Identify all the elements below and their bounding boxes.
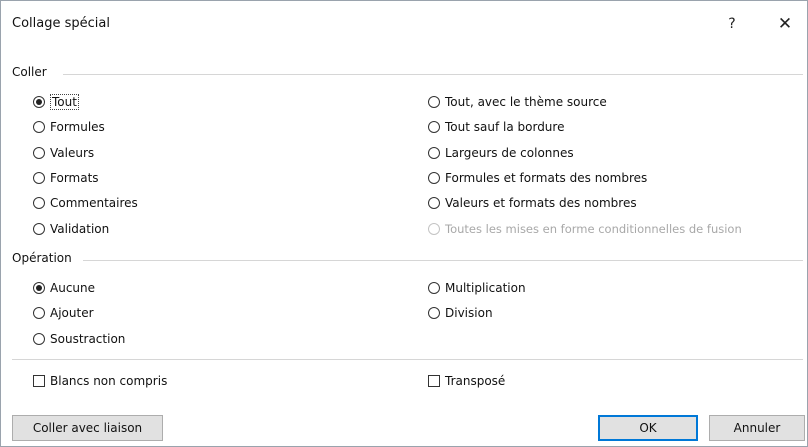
divider-bottom — [12, 359, 803, 360]
radio-option-mises-en-forme-conditionnelles: Toutes les mises en forme conditionnelle… — [428, 219, 742, 239]
radio-label: Formules — [50, 120, 105, 134]
radio-icon — [428, 307, 440, 319]
radio-option-validation[interactable]: Validation — [33, 219, 109, 239]
radio-option-soustraction[interactable]: Soustraction — [33, 329, 125, 349]
radio-option-aucune[interactable]: Aucune — [33, 278, 95, 298]
radio-icon — [33, 223, 45, 235]
help-icon[interactable]: ? — [719, 12, 745, 36]
radio-label: Ajouter — [50, 306, 94, 320]
radio-option-valeurs-formats-nombres[interactable]: Valeurs et formats des nombres — [428, 193, 637, 213]
radio-icon — [428, 121, 440, 133]
radio-label: Tout sauf la bordure — [445, 120, 565, 134]
radio-option-multiplication[interactable]: Multiplication — [428, 278, 526, 298]
section-label-coller: Coller — [12, 65, 47, 79]
checkbox-label: Blancs non compris — [50, 374, 168, 388]
radio-icon — [428, 172, 440, 184]
dialog-title: Collage spécial — [12, 16, 110, 31]
radio-option-tout[interactable]: Tout — [33, 92, 79, 112]
radio-label: Valeurs — [50, 146, 95, 160]
radio-label: Valeurs et formats des nombres — [445, 196, 637, 210]
radio-icon — [33, 172, 45, 184]
radio-label: Multiplication — [445, 281, 526, 295]
checkbox-transpose[interactable]: Transposé — [428, 371, 505, 391]
radio-icon — [33, 282, 45, 294]
radio-icon — [428, 282, 440, 294]
radio-icon — [33, 333, 45, 345]
checkbox-label: Transposé — [445, 374, 506, 388]
radio-icon — [33, 307, 45, 319]
radio-option-valeurs[interactable]: Valeurs — [33, 143, 94, 163]
radio-icon — [428, 96, 440, 108]
radio-label: Tout — [50, 94, 79, 110]
divider-coller — [63, 74, 803, 75]
radio-icon — [428, 197, 440, 209]
radio-option-largeurs-colonnes[interactable]: Largeurs de colonnes — [428, 143, 574, 163]
radio-label: Commentaires — [50, 196, 138, 210]
radio-option-commentaires[interactable]: Commentaires — [33, 193, 138, 213]
radio-option-tout-sauf-bordure[interactable]: Tout sauf la bordure — [428, 117, 564, 137]
cancel-button[interactable]: Annuler — [709, 415, 805, 441]
section-label-operation: Opération — [12, 251, 72, 265]
radio-option-division[interactable]: Division — [428, 303, 493, 323]
radio-icon — [33, 147, 45, 159]
radio-label: Formules et formats des nombres — [445, 171, 648, 185]
radio-label: Formats — [50, 171, 99, 185]
checkbox-icon — [33, 375, 45, 387]
radio-label: Division — [445, 306, 493, 320]
divider-operation — [83, 260, 803, 261]
ok-button[interactable]: OK — [598, 415, 698, 441]
close-icon[interactable]: ✕ — [771, 12, 799, 36]
radio-option-formules-formats-nombres[interactable]: Formules et formats des nombres — [428, 168, 647, 188]
radio-label: Validation — [50, 222, 110, 236]
radio-label: Largeurs de colonnes — [445, 146, 574, 160]
radio-option-tout-theme-source[interactable]: Tout, avec le thème source — [428, 92, 607, 112]
radio-option-formules[interactable]: Formules — [33, 117, 105, 137]
radio-option-formats[interactable]: Formats — [33, 168, 99, 188]
radio-label: Toutes les mises en forme conditionnelle… — [445, 222, 742, 236]
radio-label: Soustraction — [50, 332, 126, 346]
radio-icon — [33, 121, 45, 133]
radio-label: Tout, avec le thème source — [445, 95, 607, 109]
radio-icon — [428, 223, 440, 235]
checkbox-blancs-non-compris[interactable]: Blancs non compris — [33, 371, 167, 391]
paste-special-dialog: Collage spécial ? ✕ Coller Tout Formules… — [0, 0, 808, 447]
radio-label: Aucune — [50, 281, 96, 295]
checkbox-icon — [428, 375, 440, 387]
radio-icon — [33, 96, 45, 108]
paste-link-button[interactable]: Coller avec liaison — [12, 415, 163, 441]
title-bar: Collage spécial ? ✕ — [1, 1, 807, 47]
radio-option-ajouter[interactable]: Ajouter — [33, 303, 94, 323]
radio-icon — [428, 147, 440, 159]
radio-icon — [33, 197, 45, 209]
